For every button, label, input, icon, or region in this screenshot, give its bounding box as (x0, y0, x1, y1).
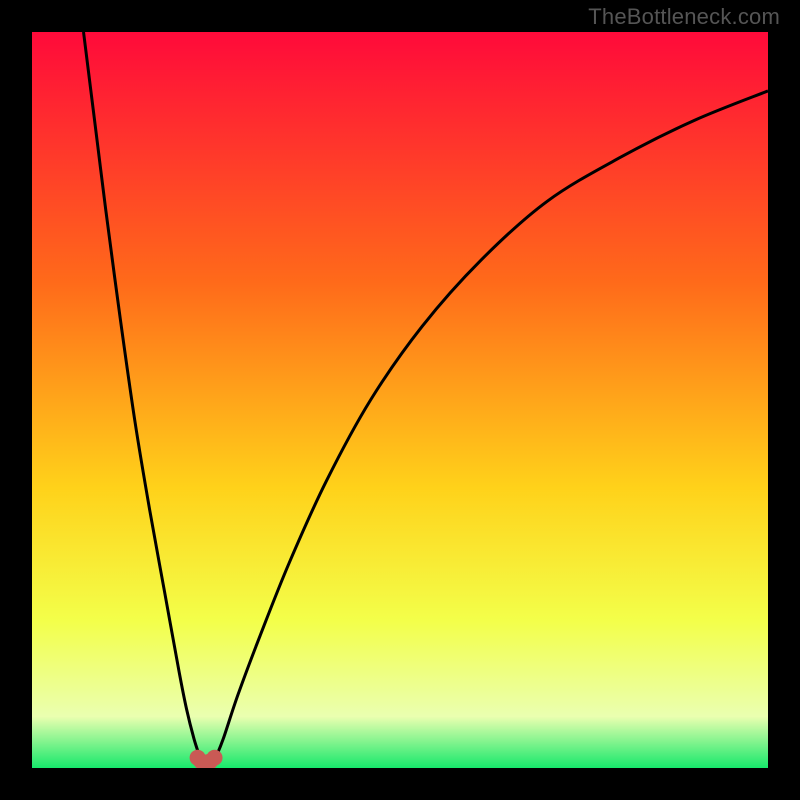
chart-svg (32, 32, 768, 768)
outer-frame: TheBottleneck.com (0, 0, 800, 800)
minimum-marker-dot (207, 750, 222, 765)
chart-plot-area (32, 32, 768, 768)
gradient-background (32, 32, 768, 768)
watermark-text: TheBottleneck.com (588, 4, 780, 30)
